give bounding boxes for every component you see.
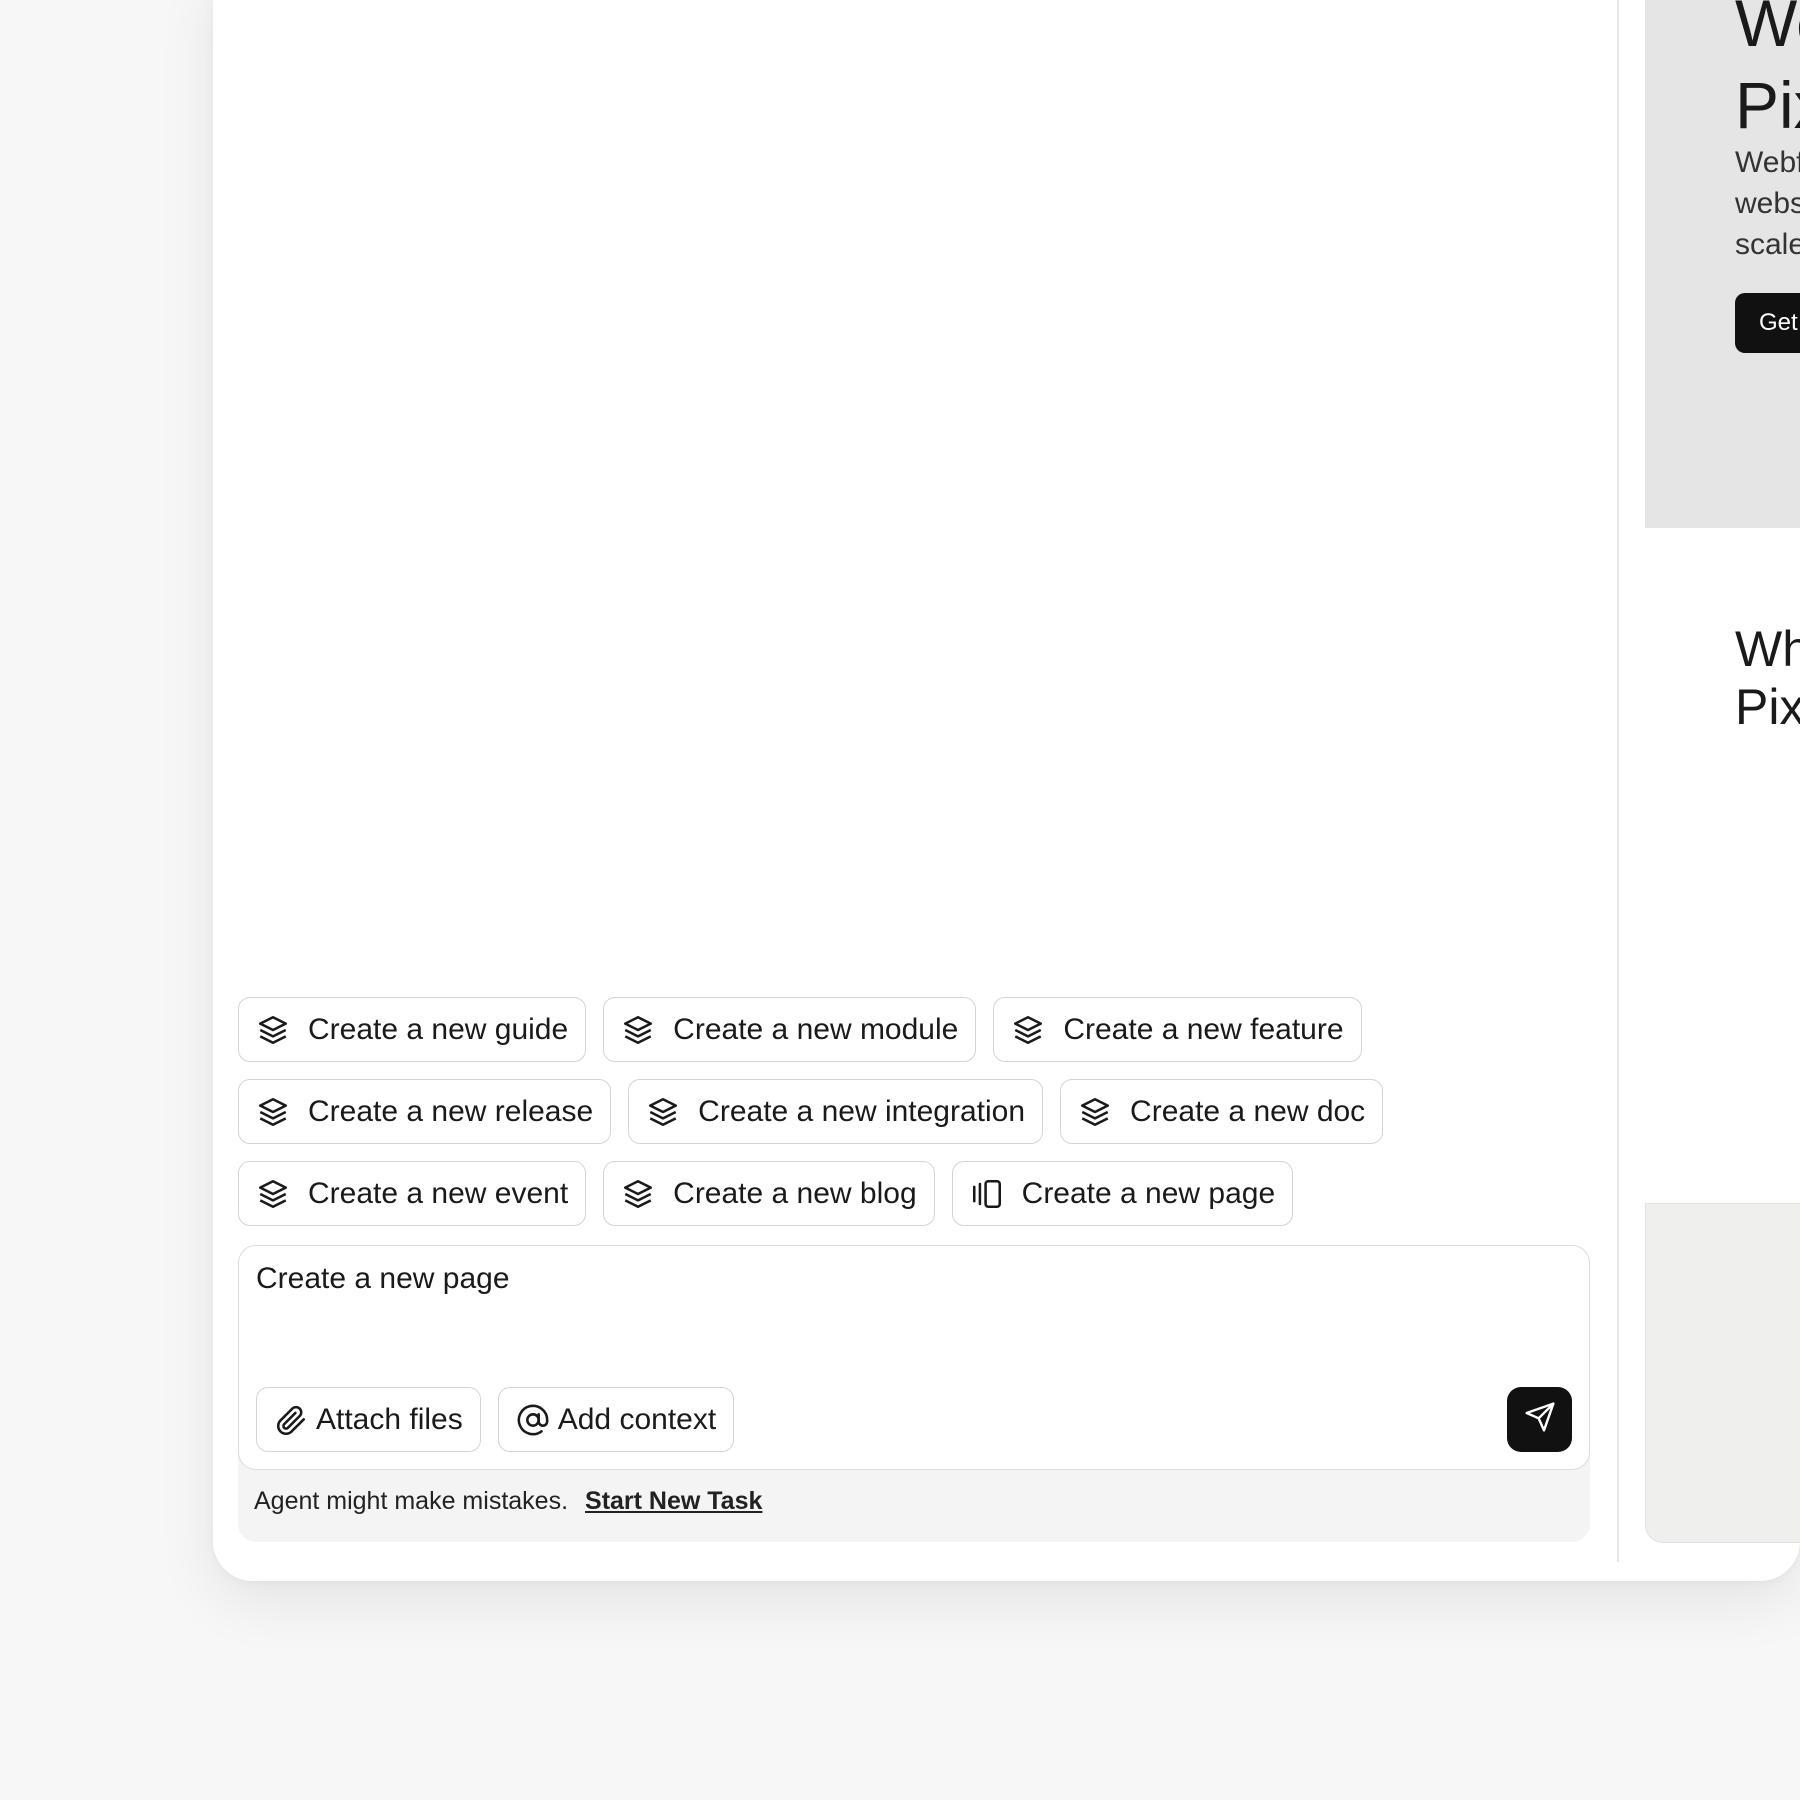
preview-hero-title: We Pix — [1735, 0, 1800, 146]
preview-section-title: Wh Pix — [1735, 620, 1800, 736]
composer-input-box[interactable]: Create a new page Attach files Add conte… — [238, 1245, 1590, 1470]
suggestion-chip-module[interactable]: Create a new module — [603, 997, 977, 1062]
suggestion-chip-feature[interactable]: Create a new feature — [993, 997, 1362, 1062]
start-new-task-link[interactable]: Start New Task — [585, 1487, 762, 1516]
suggestion-chips: Create a new guide Create a new module C… — [238, 997, 1608, 1243]
preview-hero-description: Webf webs scale — [1735, 142, 1800, 265]
suggestion-chip-release[interactable]: Create a new release — [238, 1079, 612, 1144]
chip-label: Create a new doc — [1130, 1094, 1366, 1128]
composer: Create a new page Attach files Add conte… — [238, 1245, 1590, 1542]
layers-icon — [621, 1013, 655, 1047]
app-window: Create a new guide Create a new module C… — [213, 0, 1800, 1581]
layers-icon — [256, 1177, 290, 1211]
preview-grey-section — [1645, 1203, 1800, 1543]
suggestion-chip-integration[interactable]: Create a new integration — [628, 1079, 1044, 1144]
layers-icon — [1011, 1013, 1045, 1047]
add-context-label: Add context — [557, 1402, 717, 1436]
at-sign-icon — [516, 1403, 550, 1437]
layers-icon — [1078, 1095, 1112, 1129]
attach-files-button[interactable]: Attach files — [256, 1387, 481, 1452]
message-input[interactable]: Create a new page — [256, 1262, 510, 1296]
composer-actions: Attach files Add context — [256, 1387, 735, 1452]
add-context-button[interactable]: Add context — [497, 1387, 735, 1452]
chip-label: Create a new feature — [1063, 1012, 1344, 1046]
layers-icon — [256, 1095, 290, 1129]
attach-files-label: Attach files — [316, 1402, 463, 1436]
layers-icon — [621, 1177, 655, 1211]
preview-cta-button[interactable]: Get — [1735, 293, 1800, 353]
site-preview: We Pix Webf webs scale Get Wh Pix — [1645, 0, 1800, 1581]
chip-label: Create a new integration — [698, 1094, 1026, 1128]
send-icon — [1524, 1401, 1556, 1438]
hero-desc-line: Webf — [1735, 146, 1800, 179]
chip-label: Create a new module — [673, 1012, 959, 1046]
hero-desc-line: scale — [1735, 228, 1800, 261]
chip-row: Create a new event Create a new blog Cre… — [238, 1161, 1608, 1226]
suggestion-chip-doc[interactable]: Create a new doc — [1060, 1079, 1384, 1144]
composer-footer: Agent might make mistakes. Start New Tas… — [254, 1487, 762, 1516]
page-layout-icon — [970, 1177, 1004, 1211]
layers-icon — [256, 1013, 290, 1047]
panel-divider[interactable] — [1617, 0, 1619, 1562]
chip-label: Create a new event — [308, 1176, 569, 1210]
layers-icon — [646, 1095, 680, 1129]
chip-label: Create a new release — [308, 1094, 594, 1128]
hero-title-line: We — [1735, 0, 1800, 60]
chip-row: Create a new release Create a new integr… — [238, 1079, 1608, 1144]
suggestion-chip-page[interactable]: Create a new page — [951, 1161, 1294, 1226]
hero-title-line: Pix — [1735, 68, 1800, 142]
chip-row: Create a new guide Create a new module C… — [238, 997, 1608, 1062]
section-title-line: Wh — [1735, 621, 1800, 677]
section-title-line: Pix — [1735, 679, 1800, 735]
disclaimer-text: Agent might make mistakes. — [254, 1487, 569, 1515]
send-button[interactable] — [1507, 1387, 1572, 1452]
chat-panel: Create a new guide Create a new module C… — [213, 0, 1617, 1581]
hero-desc-line: webs — [1735, 187, 1800, 220]
preview-hero: We Pix Webf webs scale Get — [1645, 0, 1800, 528]
suggestion-chip-event[interactable]: Create a new event — [238, 1161, 587, 1226]
chip-label: Create a new page — [1021, 1176, 1276, 1210]
suggestion-chip-guide[interactable]: Create a new guide — [238, 997, 587, 1062]
paperclip-icon — [274, 1403, 308, 1437]
chip-label: Create a new blog — [673, 1176, 917, 1210]
chip-label: Create a new guide — [308, 1012, 569, 1046]
suggestion-chip-blog[interactable]: Create a new blog — [603, 1161, 935, 1226]
